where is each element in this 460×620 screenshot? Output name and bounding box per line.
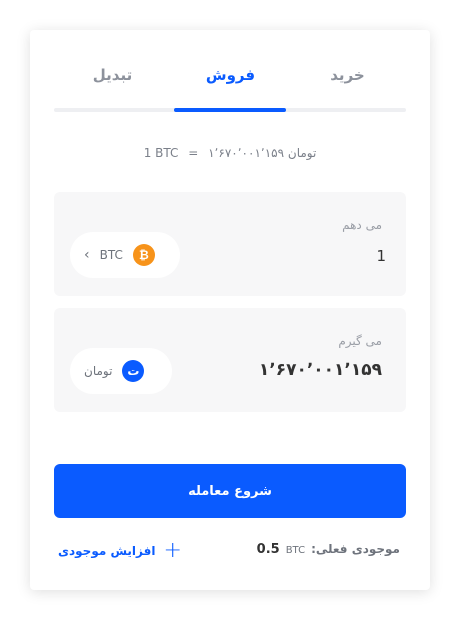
plus-icon: + bbox=[163, 538, 182, 563]
add-balance-button[interactable]: افزایش موجودی + bbox=[58, 540, 182, 562]
receive-panel: می گیرم ۱٬۶۷۰٬۰۰۱٬۱۵۹ تومان ت bbox=[54, 308, 406, 412]
give-panel: می دهم ‹ BTC ₿ bbox=[54, 192, 406, 296]
receive-currency-label: تومان bbox=[84, 364, 113, 378]
toman-icon: ت bbox=[122, 360, 145, 382]
balance-footer: موجودی فعلی: BTC 0.5 افزایش موجودی + bbox=[54, 540, 406, 564]
start-trade-button[interactable]: شروع معامله bbox=[54, 464, 406, 518]
rate-equals: = bbox=[188, 146, 199, 160]
current-balance: موجودی فعلی: BTC 0.5 bbox=[257, 542, 400, 557]
rate-quote: ۱٬۶۷۰٬۰۰۱٬۱۵۹ تومان bbox=[208, 146, 317, 160]
trade-tabs: خرید فروش تبدیل bbox=[54, 30, 406, 114]
give-label: می دهم bbox=[342, 218, 382, 232]
chevron-left-icon: ‹ bbox=[84, 247, 90, 263]
give-currency-select[interactable]: ‹ BTC ₿ bbox=[70, 232, 180, 278]
balance-value: 0.5 bbox=[256, 542, 280, 557]
exchange-card: خرید فروش تبدیل 1 BTC = ۱٬۶۷۰٬۰۰۱٬۱۵۹ تو… bbox=[30, 30, 430, 590]
tab-buy[interactable]: خرید bbox=[289, 66, 406, 84]
bitcoin-icon: ₿ bbox=[132, 244, 155, 266]
receive-label: می گیرم bbox=[338, 334, 382, 348]
tab-active-indicator bbox=[174, 108, 286, 112]
receive-currency-select[interactable]: تومان ت bbox=[70, 348, 172, 394]
balance-label: موجودی فعلی: bbox=[311, 542, 400, 556]
tab-sell[interactable]: فروش bbox=[172, 66, 289, 84]
balance-unit: BTC bbox=[285, 545, 306, 556]
give-currency-label: BTC bbox=[99, 248, 123, 262]
exchange-rate: 1 BTC = ۱٬۶۷۰٬۰۰۱٬۱۵۹ تومان bbox=[30, 146, 430, 160]
receive-amount: ۱٬۶۷۰٬۰۰۱٬۱۵۹ bbox=[258, 360, 382, 380]
add-balance-label: افزایش موجودی bbox=[58, 544, 156, 558]
rate-base: 1 BTC bbox=[143, 146, 179, 160]
tab-convert[interactable]: تبدیل bbox=[54, 66, 171, 84]
give-amount-input[interactable] bbox=[226, 244, 386, 268]
